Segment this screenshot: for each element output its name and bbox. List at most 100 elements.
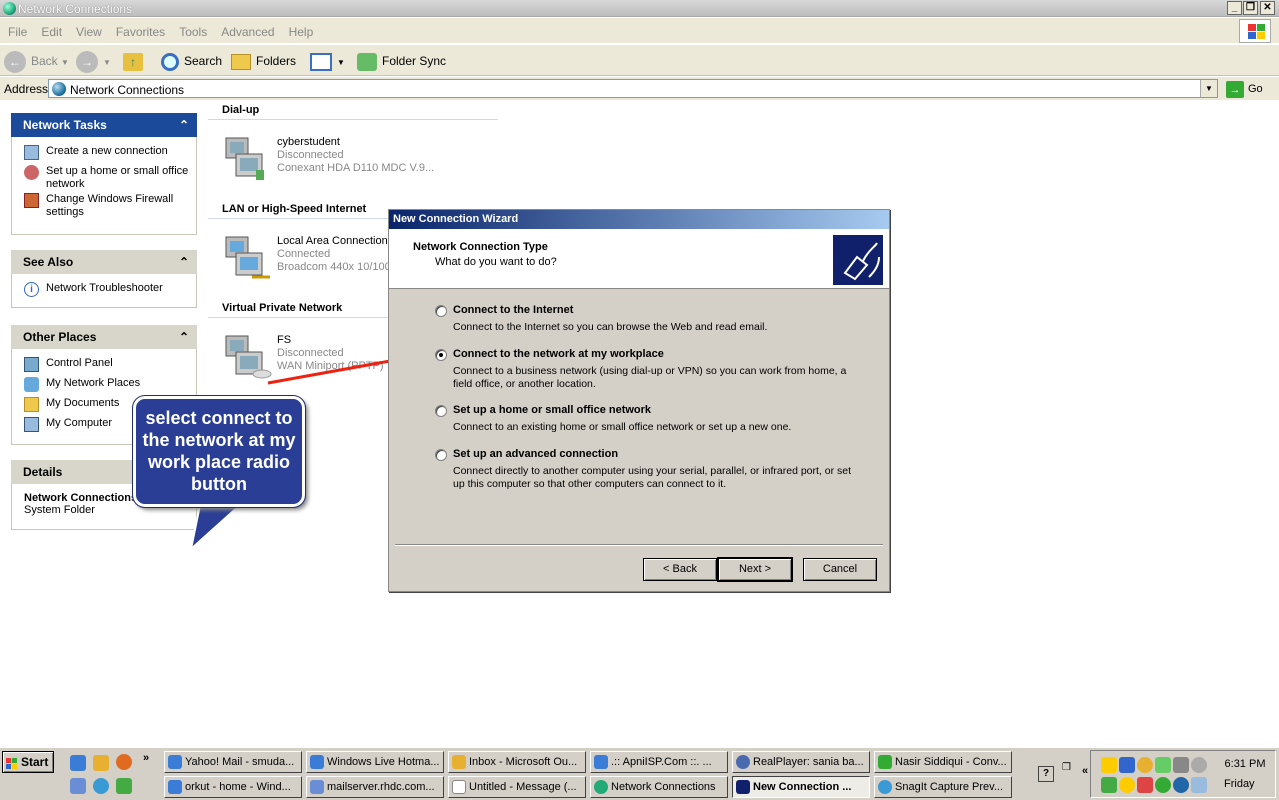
search-button[interactable]: Search (161, 50, 222, 72)
restore-icon[interactable]: ❐ (1062, 762, 1071, 773)
wizard-header: Network Connection Type What do you want… (389, 229, 889, 289)
maximize-button[interactable]: ❐ (1243, 1, 1258, 15)
forward-button[interactable]: → ▼ (76, 50, 111, 73)
menu-advanced[interactable]: Advanced (213, 18, 280, 39)
address-input[interactable]: Network Connections ▼ (48, 79, 1218, 98)
menu-file[interactable]: File (0, 18, 33, 39)
task-outlook-inbox[interactable]: Inbox - Microsoft Ou... (448, 751, 586, 773)
ie-icon (594, 755, 608, 769)
task-snagit[interactable]: SnagIt Capture Prev... (874, 776, 1012, 798)
task-new-connection-wizard[interactable]: New Connection ... (732, 776, 870, 798)
tray-speaker-icon[interactable] (1191, 757, 1207, 773)
folders-icon (231, 53, 251, 70)
address-dropdown-button[interactable]: ▼ (1200, 80, 1217, 97)
minimize-button[interactable]: _ (1227, 1, 1242, 15)
radio-home-network[interactable] (435, 405, 447, 417)
task-conversation[interactable]: Nasir Siddiqui - Conv... (874, 751, 1012, 773)
firewall-settings-link[interactable]: Change Windows Firewall settings (24, 193, 190, 219)
collapse-icon[interactable]: ⌃ (179, 250, 189, 274)
quicklaunch-icon-4[interactable] (70, 778, 86, 794)
ie-icon (168, 780, 182, 794)
start-button[interactable]: Start (2, 751, 54, 773)
close-button[interactable]: ✕ (1260, 1, 1275, 15)
tray-expand-icon[interactable]: « (1082, 765, 1088, 777)
windows-logo-icon (1239, 19, 1271, 43)
next-button[interactable]: Next > (717, 557, 793, 582)
tray-mail-icon[interactable] (1101, 757, 1117, 773)
menu-help[interactable]: Help (281, 18, 320, 39)
radio-connect-internet[interactable] (435, 305, 447, 317)
my-network-places-link[interactable]: My Network Places (24, 377, 190, 395)
address-label: Address (4, 82, 49, 96)
home-network-link[interactable]: Set up a home or small office network (24, 165, 190, 191)
search-icon (161, 52, 179, 71)
up-folder-button[interactable]: ↑ (123, 50, 148, 72)
folder-sync-button[interactable]: Folder Sync (357, 50, 446, 72)
go-button[interactable]: → Go (1226, 80, 1263, 98)
back-wizard-button[interactable]: < Back (643, 558, 717, 581)
windows-flag-icon (6, 756, 18, 769)
cancel-button[interactable]: Cancel (803, 558, 877, 581)
other-places-header[interactable]: Other Places ⌃ (11, 325, 197, 349)
firewall-icon (24, 193, 39, 208)
tray-printer-icon[interactable] (1173, 757, 1189, 773)
new-connection-wizard-dialog: New Connection Wizard Network Connection… (388, 209, 890, 592)
task-apniisp[interactable]: .:: ApniISP.Com ::. ... (590, 751, 728, 773)
task-yahoo-mail[interactable]: Yahoo! Mail - smuda... (164, 751, 302, 773)
network-troubleshooter-link[interactable]: i Network Troubleshooter (24, 282, 190, 300)
help-icon[interactable]: ? (1038, 766, 1054, 782)
tray-messenger-icon[interactable] (1137, 757, 1153, 773)
mail-icon (310, 780, 324, 794)
collapse-icon[interactable]: ⌃ (179, 113, 189, 137)
back-arrow-icon: ← (4, 50, 26, 73)
toolbar: ← Back ▼ → ▼ ↑ Search Folders ▼ Folder Syn… (0, 45, 1279, 76)
menu-favorites[interactable]: Favorites (108, 18, 171, 39)
tray-app-icon[interactable] (1155, 757, 1171, 773)
views-icon (310, 52, 332, 71)
quicklaunch-icon-6[interactable] (116, 778, 132, 794)
clock-time[interactable]: 6:31 PM (1220, 758, 1270, 770)
outlook-quicklaunch-icon[interactable] (93, 755, 109, 771)
firefox-quicklaunch-icon[interactable] (116, 754, 132, 770)
menu-tools[interactable]: Tools (171, 18, 213, 39)
outlook-icon (452, 755, 466, 769)
tray-bluetooth-icon[interactable] (1173, 777, 1189, 793)
see-also-header[interactable]: See Also ⌃ (11, 250, 197, 274)
create-connection-link[interactable]: Create a new connection (24, 145, 190, 163)
lan-computer-icon (222, 235, 272, 281)
task-mailserver[interactable]: mailserver.rhdc.com... (306, 776, 444, 798)
back-button[interactable]: ← Back ▼ (4, 50, 69, 73)
tray-network-icon[interactable] (1119, 757, 1135, 773)
radio-connect-workplace[interactable] (435, 349, 447, 361)
tray-search-icon[interactable] (1191, 777, 1207, 793)
task-orkut[interactable]: orkut - home - Wind... (164, 776, 302, 798)
wizard-title-bar: New Connection Wizard (389, 210, 889, 229)
tray-buddy-icon[interactable] (1155, 777, 1171, 793)
radio-advanced-connection[interactable] (435, 449, 447, 461)
menu-edit[interactable]: Edit (33, 18, 68, 39)
ie-icon (168, 755, 182, 769)
tray-smiley-icon[interactable] (1119, 777, 1135, 793)
control-panel-link[interactable]: Control Panel (24, 357, 190, 375)
collapse-icon[interactable]: ⌃ (179, 325, 189, 349)
wizard-heading: Network Connection Type (413, 241, 548, 253)
new-connection-icon (24, 145, 39, 160)
task-realplayer[interactable]: RealPlayer: sania ba... (732, 751, 870, 773)
task-hotmail[interactable]: Windows Live Hotma... (306, 751, 444, 773)
network-tasks-header[interactable]: Network Tasks ⌃ (11, 113, 197, 137)
message-icon (452, 780, 466, 794)
realplayer-icon (736, 755, 750, 769)
quicklaunch-more-icon[interactable]: » (143, 752, 149, 764)
info-icon: i (24, 282, 39, 297)
quicklaunch-icon-5[interactable] (93, 778, 109, 794)
tray-chat-icon[interactable] (1137, 777, 1153, 793)
task-untitled-message[interactable]: Untitled - Message (... (448, 776, 586, 798)
tray-phone-icon[interactable] (1101, 777, 1117, 793)
folders-button[interactable]: Folders (231, 50, 296, 72)
menu-view[interactable]: View (68, 18, 108, 39)
wizard-separator (395, 544, 883, 546)
snagit-icon (878, 780, 892, 794)
task-network-connections[interactable]: Network Connections (590, 776, 728, 798)
views-button[interactable]: ▼ (310, 50, 345, 72)
ie-quicklaunch-icon[interactable] (70, 755, 86, 771)
